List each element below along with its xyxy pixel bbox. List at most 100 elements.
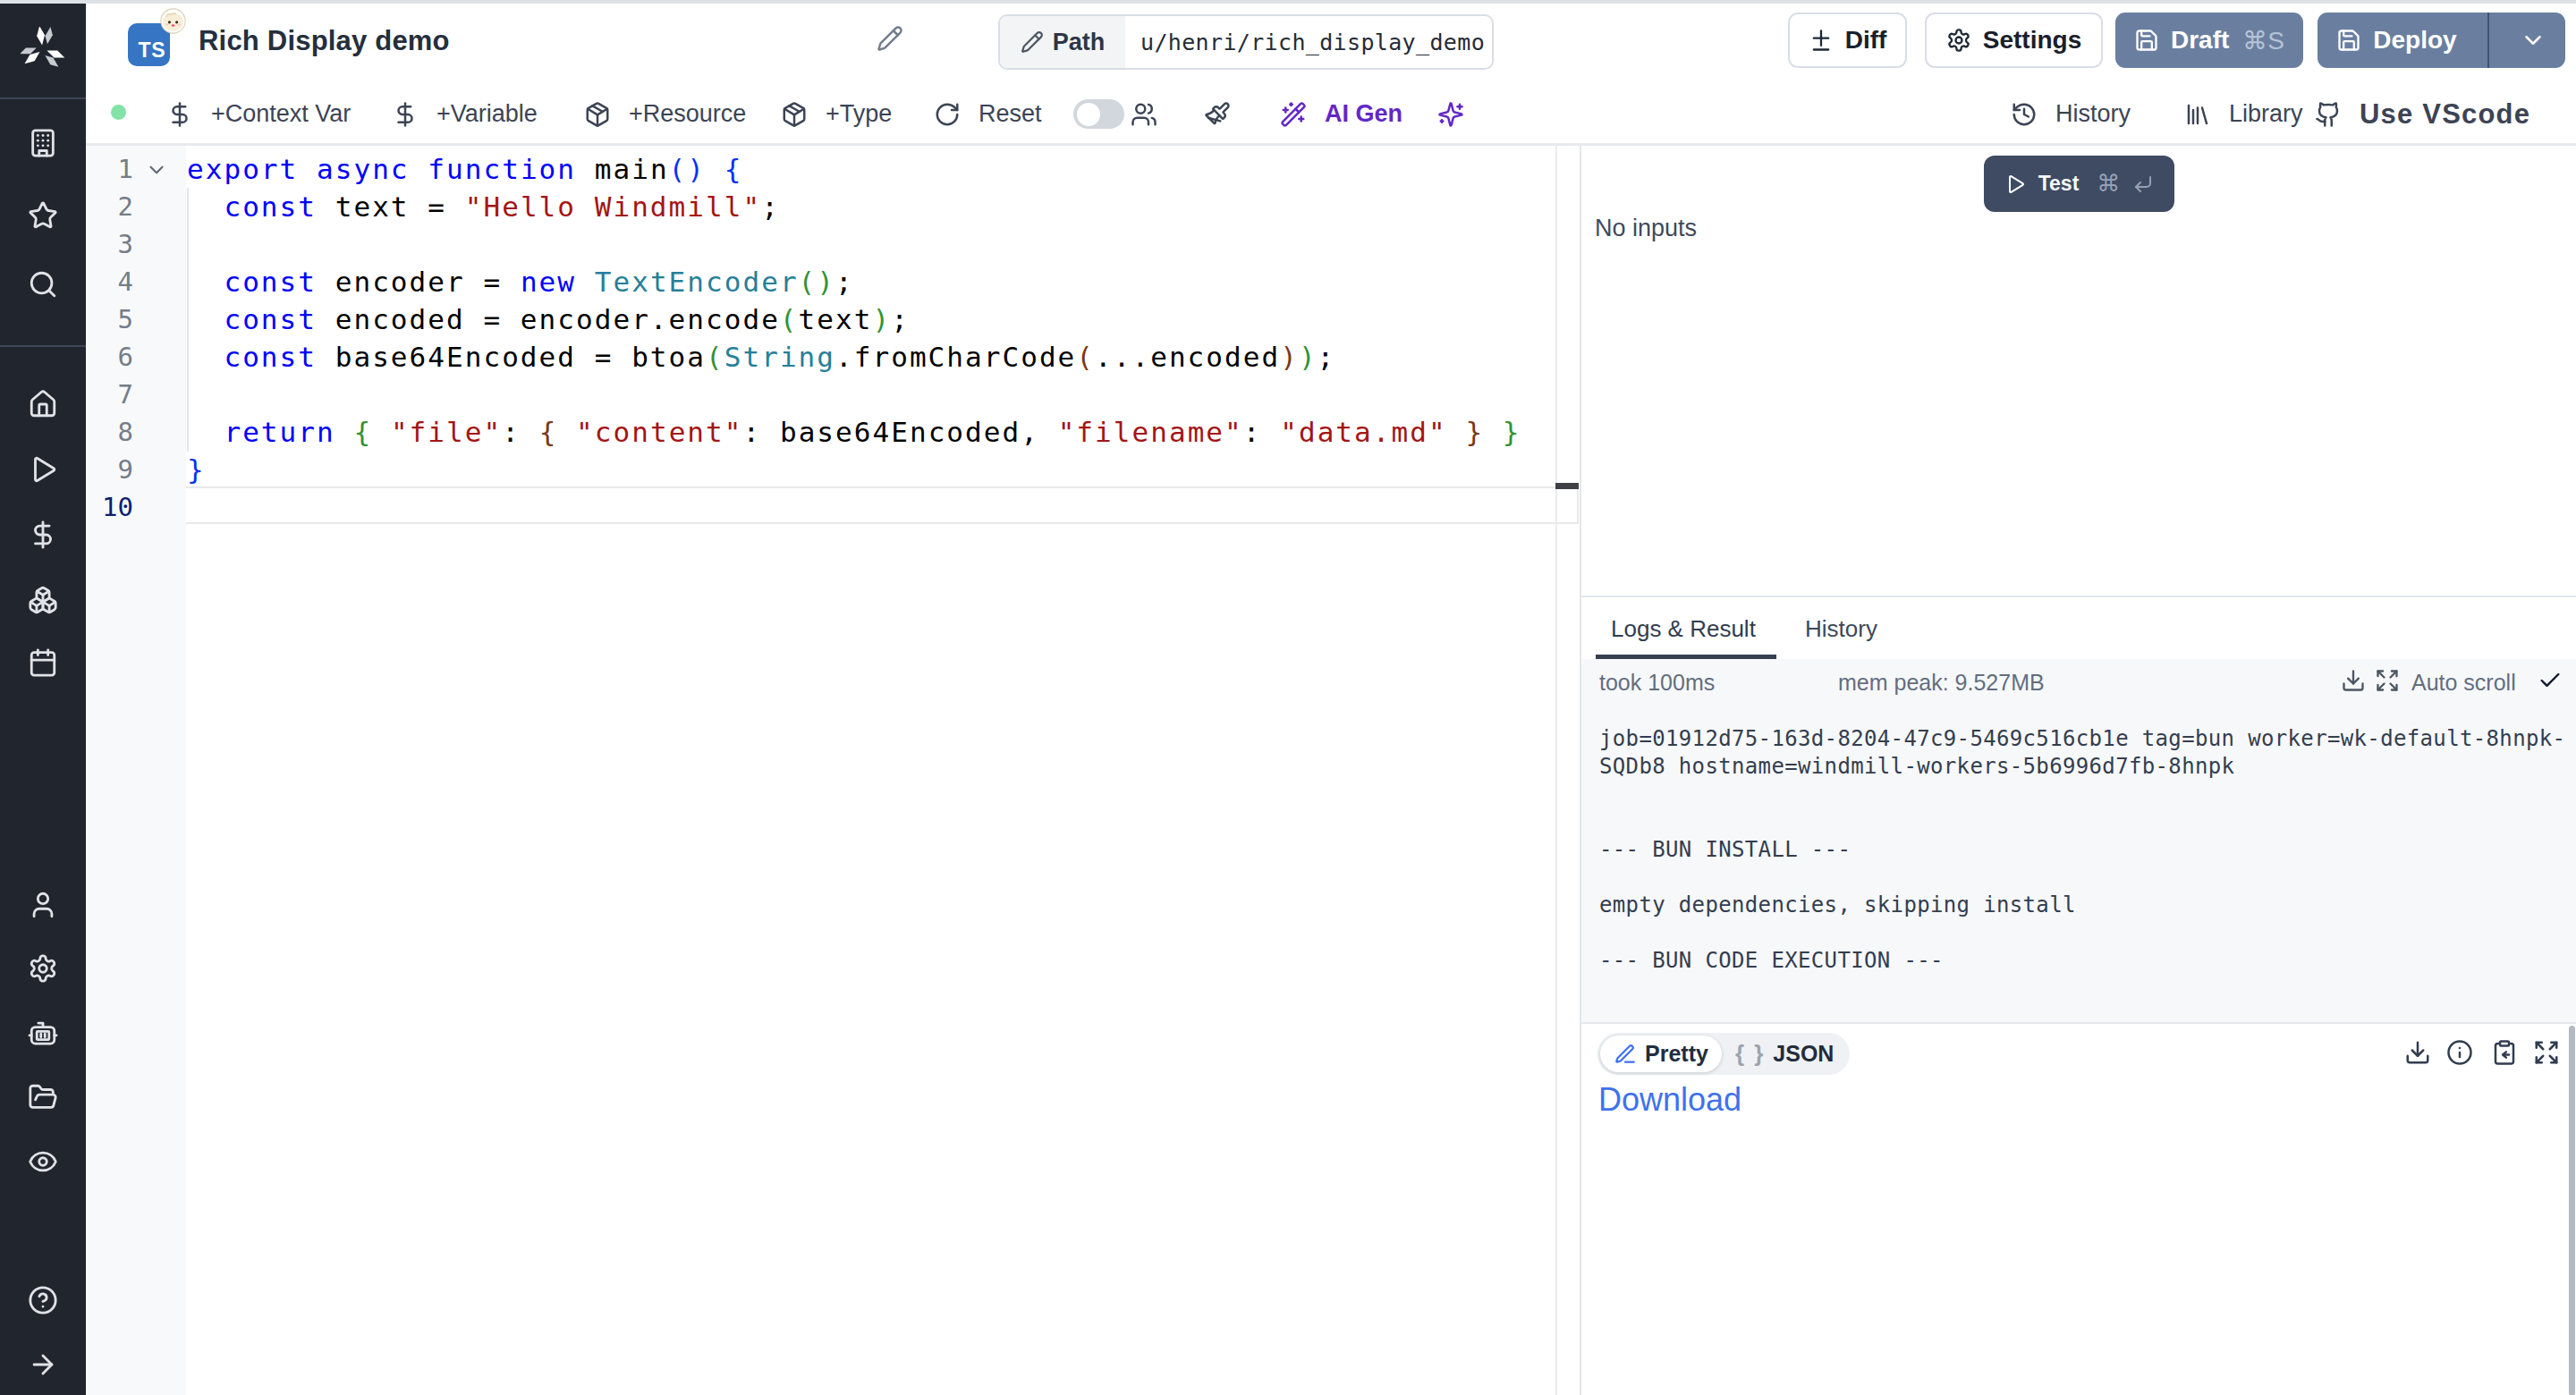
code-token: base64Encoded = btoa: [317, 341, 706, 373]
toolbar-label: +Resource: [629, 100, 746, 128]
sidebar-item-play-icon[interactable]: [28, 454, 58, 485]
toolbar-label: +Context Var: [211, 100, 351, 128]
sidebar-item-boxes-icon[interactable]: [28, 585, 58, 615]
sidebar-item-help-circle-icon[interactable]: [28, 1285, 58, 1315]
test-button[interactable]: Test ⌘: [1984, 156, 2174, 212]
bun-emoji-icon: [160, 8, 186, 34]
sidebar-item-calendar-icon[interactable]: [28, 647, 58, 678]
expand-logs-icon[interactable]: [2375, 668, 2400, 693]
path-label: Path: [1000, 16, 1125, 68]
deploy-button[interactable]: Deploy: [2318, 13, 2565, 68]
right-panel: Test ⌘ No inputs Logs & Result History t…: [1581, 146, 2576, 1395]
toolbar-use-vscode-button[interactable]: Use VScode: [2315, 85, 2530, 143]
toolbar-resource-button[interactable]: +Resource: [584, 85, 746, 143]
code-token: [372, 416, 391, 448]
toolbar-ai-gen-button[interactable]: AI Gen: [1280, 85, 1402, 143]
sidebar-item-building-icon[interactable]: [28, 128, 58, 158]
code-token: const: [224, 190, 317, 223]
path-field[interactable]: Path u/henri/rich_display_demo: [998, 14, 1494, 70]
deploy-main-button[interactable]: Deploy: [2318, 13, 2476, 68]
download-result-icon[interactable]: [2404, 1039, 2431, 1066]
toolbar-sparkles-icon[interactable]: [1437, 85, 1464, 143]
pen-line-icon: [1614, 1043, 1637, 1066]
dollar-sign-icon: [166, 101, 193, 128]
toolbar-library-button[interactable]: Library: [2184, 85, 2303, 143]
result-scrollbar[interactable]: [2569, 1026, 2575, 1395]
tab-history[interactable]: History: [1805, 597, 1877, 661]
sidebar-divider: [0, 345, 86, 347]
code-token: return: [224, 416, 335, 448]
code-token: [576, 266, 595, 298]
code-token: [187, 341, 224, 373]
code-token: {: [539, 416, 558, 448]
info-icon[interactable]: [2446, 1039, 2473, 1066]
fold-chevron-icon[interactable]: [145, 158, 168, 182]
sidebar-item-search-icon[interactable]: [28, 269, 58, 300]
path-value[interactable]: u/henri/rich_display_demo: [1125, 16, 1492, 68]
result-view-switch: Pretty { } JSON: [1597, 1033, 1850, 1075]
settings-button[interactable]: Settings: [1925, 13, 2103, 68]
sparkles-icon: [1437, 101, 1464, 128]
toolbar-contextvar-button[interactable]: +Context Var: [166, 85, 351, 143]
toolbar-paintbrush-icon[interactable]: [1204, 85, 1231, 143]
deploy-dropdown-button[interactable]: [2501, 13, 2565, 68]
code-token: "file": [391, 416, 502, 448]
line-number: 6: [86, 338, 133, 376]
download-logs-icon[interactable]: [2341, 668, 2366, 693]
sidebar-item-dollar-sign-icon[interactable]: [28, 520, 58, 550]
toolbar-users-icon[interactable]: [1131, 85, 1157, 143]
toolbar-label: History: [2055, 100, 2131, 128]
code-token: }: [1465, 416, 1484, 448]
user-icon: [28, 890, 58, 920]
overview-ruler-cursor: [1555, 483, 1579, 489]
paintbrush-icon: [1204, 101, 1231, 128]
code-token: "Hello Windmill": [465, 190, 761, 223]
check-icon[interactable]: [2538, 668, 2563, 693]
sidebar-item-bot-icon[interactable]: [28, 1018, 58, 1048]
code-editor[interactable]: 1export async function main() {2 const t…: [86, 146, 1580, 1395]
braces-icon: { }: [1735, 1040, 1765, 1068]
windmill-logo[interactable]: [0, 0, 86, 98]
sidebar-item-settings-icon[interactable]: [28, 953, 58, 984]
logs-panel: took 100ms mem peak: 9.527MB Auto scroll…: [1581, 659, 2576, 1022]
clipboard-copy-icon[interactable]: [2491, 1039, 2518, 1066]
code-token: "content": [576, 416, 742, 448]
sidebar-item-arrow-right-icon[interactable]: [28, 1349, 58, 1380]
sidebar-item-home-icon[interactable]: [28, 389, 58, 419]
code-token: (): [669, 153, 706, 185]
code-token: ;: [761, 190, 780, 223]
diff-icon: [1809, 28, 1834, 53]
code-token: ...encoded: [1095, 341, 1280, 373]
code-token: TextEncoder: [595, 266, 799, 298]
expand-result-icon[interactable]: [2533, 1039, 2560, 1066]
code-token: (: [706, 341, 724, 373]
edit-title-icon[interactable]: [877, 25, 903, 52]
toolbar-label: Reset: [979, 100, 1042, 128]
package-icon: [781, 101, 808, 128]
dollar-sign-icon: [28, 520, 58, 550]
toolbar-history-button[interactable]: History: [2011, 85, 2131, 143]
sidebar-item-star-icon[interactable]: [28, 200, 58, 231]
json-toggle[interactable]: { } JSON: [1722, 1036, 1848, 1072]
header: TS Rich Display demo Path u/henri/rich_d…: [86, 0, 2576, 85]
download-result-link[interactable]: Download: [1598, 1081, 1741, 1119]
code-token: ): [1299, 341, 1318, 373]
toolbar-reset-button[interactable]: Reset: [934, 85, 1042, 143]
gear-icon: [1946, 28, 1971, 53]
code-token: text: [799, 303, 873, 335]
sidebar-item-folder-open-icon[interactable]: [28, 1082, 58, 1112]
deploy-split-divider: [2487, 13, 2489, 68]
sidebar-item-eye-icon[interactable]: [28, 1146, 58, 1177]
diff-mode-toggle[interactable]: [1073, 99, 1124, 129]
tab-logs-result[interactable]: Logs & Result: [1611, 597, 1756, 661]
code-token: .fromCharCode: [835, 341, 1076, 373]
windmill-script-editor: TS Rich Display demo Path u/henri/rich_d…: [0, 0, 2576, 1395]
diff-button[interactable]: Diff: [1788, 13, 1907, 68]
pretty-toggle[interactable]: Pretty: [1600, 1036, 1722, 1072]
toolbar-label: AI Gen: [1325, 100, 1402, 128]
draft-button[interactable]: Draft ⌘S: [2115, 13, 2303, 68]
toolbar-variable-button[interactable]: +Variable: [392, 85, 538, 143]
auto-scroll-label: Auto scroll: [2411, 670, 2516, 696]
sidebar-item-user-icon[interactable]: [28, 890, 58, 920]
toolbar-type-button[interactable]: +Type: [781, 85, 892, 143]
